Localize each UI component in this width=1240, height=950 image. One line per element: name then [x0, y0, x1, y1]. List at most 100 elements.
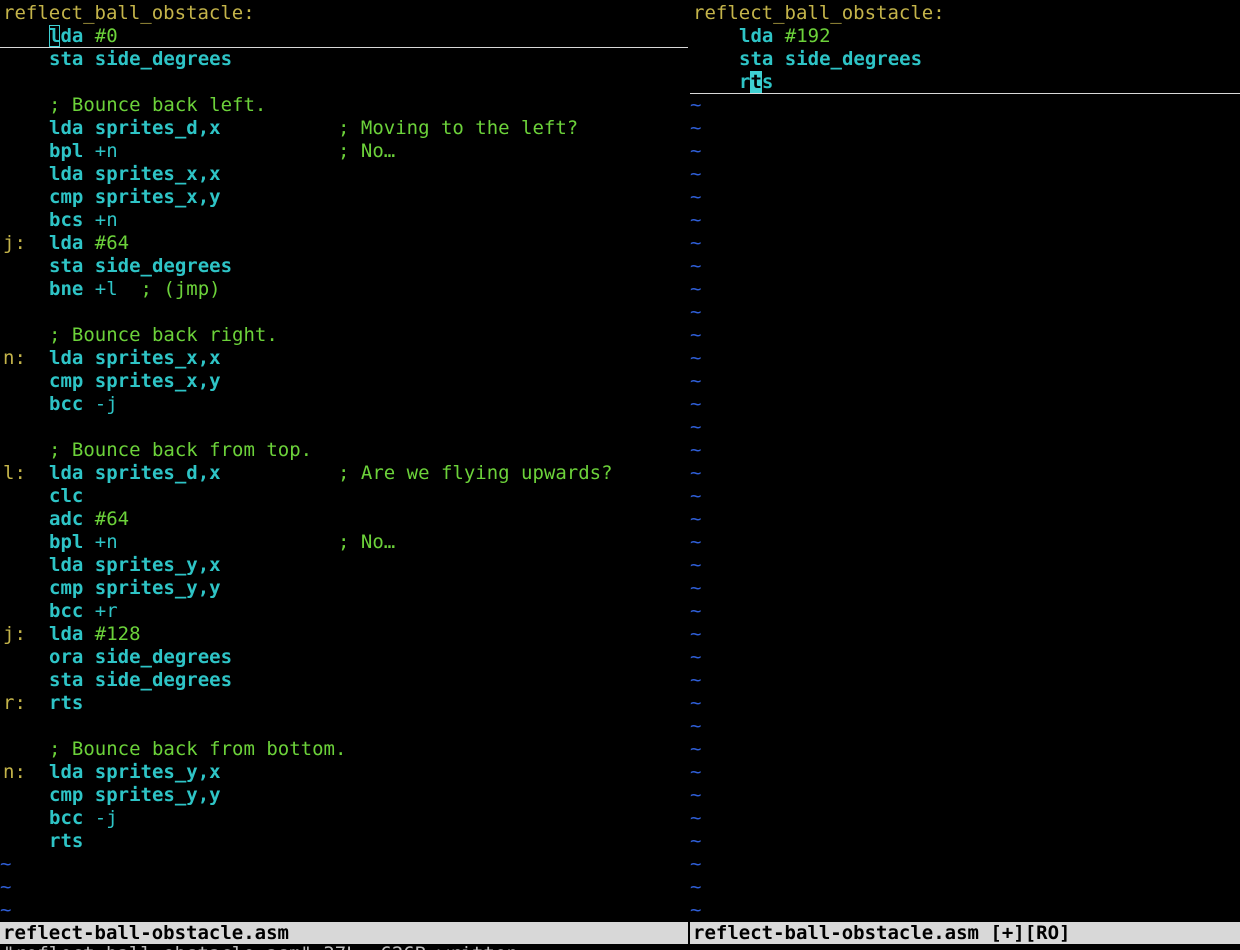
comment-wrap: ; Bounce back from bottom. — [49, 738, 346, 761]
operand: +n — [83, 140, 118, 162]
code-line[interactable]: ora side_degrees — [3, 646, 688, 669]
instruction: lda sprites_x,x — [49, 347, 221, 370]
code-line[interactable]: sta side_degrees — [693, 48, 1240, 71]
code-line[interactable]: rts — [693, 71, 1240, 94]
opcode: cmp — [49, 370, 84, 392]
empty-line-tilde: ~ — [690, 600, 702, 622]
code-line[interactable]: lda sprites_x,x — [3, 163, 688, 186]
empty-line-tilde: ~ — [690, 462, 702, 484]
code-line[interactable]: lda sprites_y,x — [3, 554, 688, 577]
operand: sprites_y,y — [83, 577, 221, 599]
operand: sprites_y,y — [83, 784, 221, 806]
operand: -j — [83, 807, 118, 829]
instruction: cmp sprites_y,y — [49, 577, 221, 600]
opcode: lda — [49, 347, 84, 369]
code-line[interactable]: r: rts — [3, 692, 688, 715]
code-line[interactable]: lda #192 — [693, 25, 1240, 48]
inline-comment: ; (jmp) — [140, 278, 221, 300]
empty-line-tilde: ~ — [690, 209, 702, 231]
empty-line-tilde: ~ — [690, 186, 702, 208]
left-editor-pane[interactable]: reflect_ball_obstacle: lda #0 sta side_deg… — [0, 0, 688, 922]
code-line[interactable]: ; Bounce back from top. — [3, 439, 688, 462]
code-line[interactable]: sta side_degrees — [3, 255, 688, 278]
instruction: lda sprites_d,x — [49, 462, 221, 485]
code-line[interactable]: cmp sprites_y,y — [3, 784, 688, 807]
instruction: bcc -j — [49, 393, 118, 416]
instruction: lda #192 — [739, 25, 831, 48]
comment: ; No… — [338, 140, 396, 162]
code-line[interactable]: j: lda #64 — [3, 232, 688, 255]
empty-line-tilde: ~ — [690, 393, 702, 415]
code-line[interactable] — [3, 301, 688, 324]
code-line[interactable]: adc #64 — [3, 508, 688, 531]
empty-line-tilde: ~ — [690, 876, 702, 898]
code-line[interactable]: reflect_ball_obstacle: — [693, 2, 1240, 25]
instruction: rts — [739, 71, 773, 94]
empty-line-tilde: ~ — [690, 508, 702, 530]
code-line[interactable]: bcs +n — [3, 209, 688, 232]
code-line[interactable]: l: lda sprites_d,x ; Are we flying upwards… — [3, 462, 688, 485]
code-line[interactable]: bne +l ; (jmp) — [3, 278, 688, 301]
code-line[interactable]: sta side_degrees — [3, 669, 688, 692]
code-line[interactable]: ; Bounce back right. — [3, 324, 688, 347]
code-line[interactable] — [3, 416, 688, 439]
code-line[interactable]: sta side_degrees — [3, 48, 688, 71]
code-line[interactable]: bpl +n ; No… — [3, 140, 688, 163]
code-line[interactable]: ; Bounce back left. — [3, 94, 688, 117]
empty-line-tilde: ~ — [0, 899, 12, 921]
code-line[interactable]: rts — [3, 830, 688, 853]
empty-line-tilde: ~ — [690, 324, 702, 346]
comment: ; Moving to the left? — [338, 117, 579, 139]
empty-line-tilde: ~ — [690, 255, 702, 277]
code-line[interactable]: bcc -j — [3, 393, 688, 416]
opcode: bcc — [49, 807, 84, 829]
code-line[interactable]: bcc -j — [3, 807, 688, 830]
left-status-line[interactable]: reflect-ball-obstacle.asm — [0, 922, 688, 944]
operand: side_degrees — [83, 646, 233, 668]
instruction: bcc -j — [49, 807, 118, 830]
opcode: bcc — [49, 600, 84, 622]
code-line[interactable]: reflect_ball_obstacle: — [3, 2, 688, 25]
opcode: lda — [49, 232, 84, 254]
instruction: lda sprites_d,x — [49, 117, 221, 140]
opcode: cmp — [49, 186, 84, 208]
opcode: sta — [739, 48, 774, 70]
operand: sprites_y,x — [83, 761, 221, 783]
code-line[interactable]: cmp sprites_x,y — [3, 186, 688, 209]
opcode: bpl — [49, 531, 84, 553]
operand: -j — [83, 393, 118, 415]
right-status-line[interactable]: reflect-ball-obstacle.asm [+][RO] — [690, 922, 1240, 944]
empty-line-tilde: ~ — [690, 830, 702, 852]
operand: side_degrees — [83, 48, 233, 70]
code-line[interactable]: bpl +n ; No… — [3, 531, 688, 554]
opcode: cmp — [49, 784, 84, 806]
code-line[interactable]: cmp sprites_x,y — [3, 370, 688, 393]
code-line[interactable]: clc — [3, 485, 688, 508]
empty-line-tilde: ~ — [690, 117, 702, 139]
operand: +n — [83, 209, 118, 231]
comment: ; Bounce back from bottom. — [49, 738, 347, 760]
operand: sprites_y,x — [83, 554, 221, 576]
code-line[interactable] — [3, 715, 688, 738]
opcode: cmp — [49, 577, 84, 599]
code-line[interactable]: ; Bounce back from bottom. — [3, 738, 688, 761]
command-line[interactable]: "reflect-ball-obstacle.asm" 37L, 626B wr… — [3, 944, 518, 950]
code-line[interactable]: lda #0 — [3, 25, 688, 48]
code-line[interactable]: n: lda sprites_x,x — [3, 347, 688, 370]
operand: #64 — [83, 232, 130, 254]
code-line[interactable]: cmp sprites_y,y — [3, 577, 688, 600]
empty-line-tilde: ~ — [690, 623, 702, 645]
code-line[interactable]: j: lda #128 — [3, 623, 688, 646]
code-line[interactable]: lda sprites_d,x ; Moving to the left? — [3, 117, 688, 140]
operand: +n — [83, 531, 118, 553]
comment: ; Are we flying upwards? — [338, 462, 613, 484]
code-line[interactable]: bcc +r — [3, 600, 688, 623]
instruction: adc #64 — [49, 508, 129, 531]
code-line[interactable]: n: lda sprites_y,x — [3, 761, 688, 784]
comment: ; Bounce back from top. — [49, 439, 313, 461]
code-line[interactable] — [3, 71, 688, 94]
opcode: ora — [49, 646, 84, 668]
instruction: lda sprites_x,x — [49, 163, 221, 186]
instruction: bcs +n — [49, 209, 118, 232]
right-editor-pane[interactable]: reflect_ball_obstacle: lda #192 sta side_d… — [690, 0, 1240, 922]
